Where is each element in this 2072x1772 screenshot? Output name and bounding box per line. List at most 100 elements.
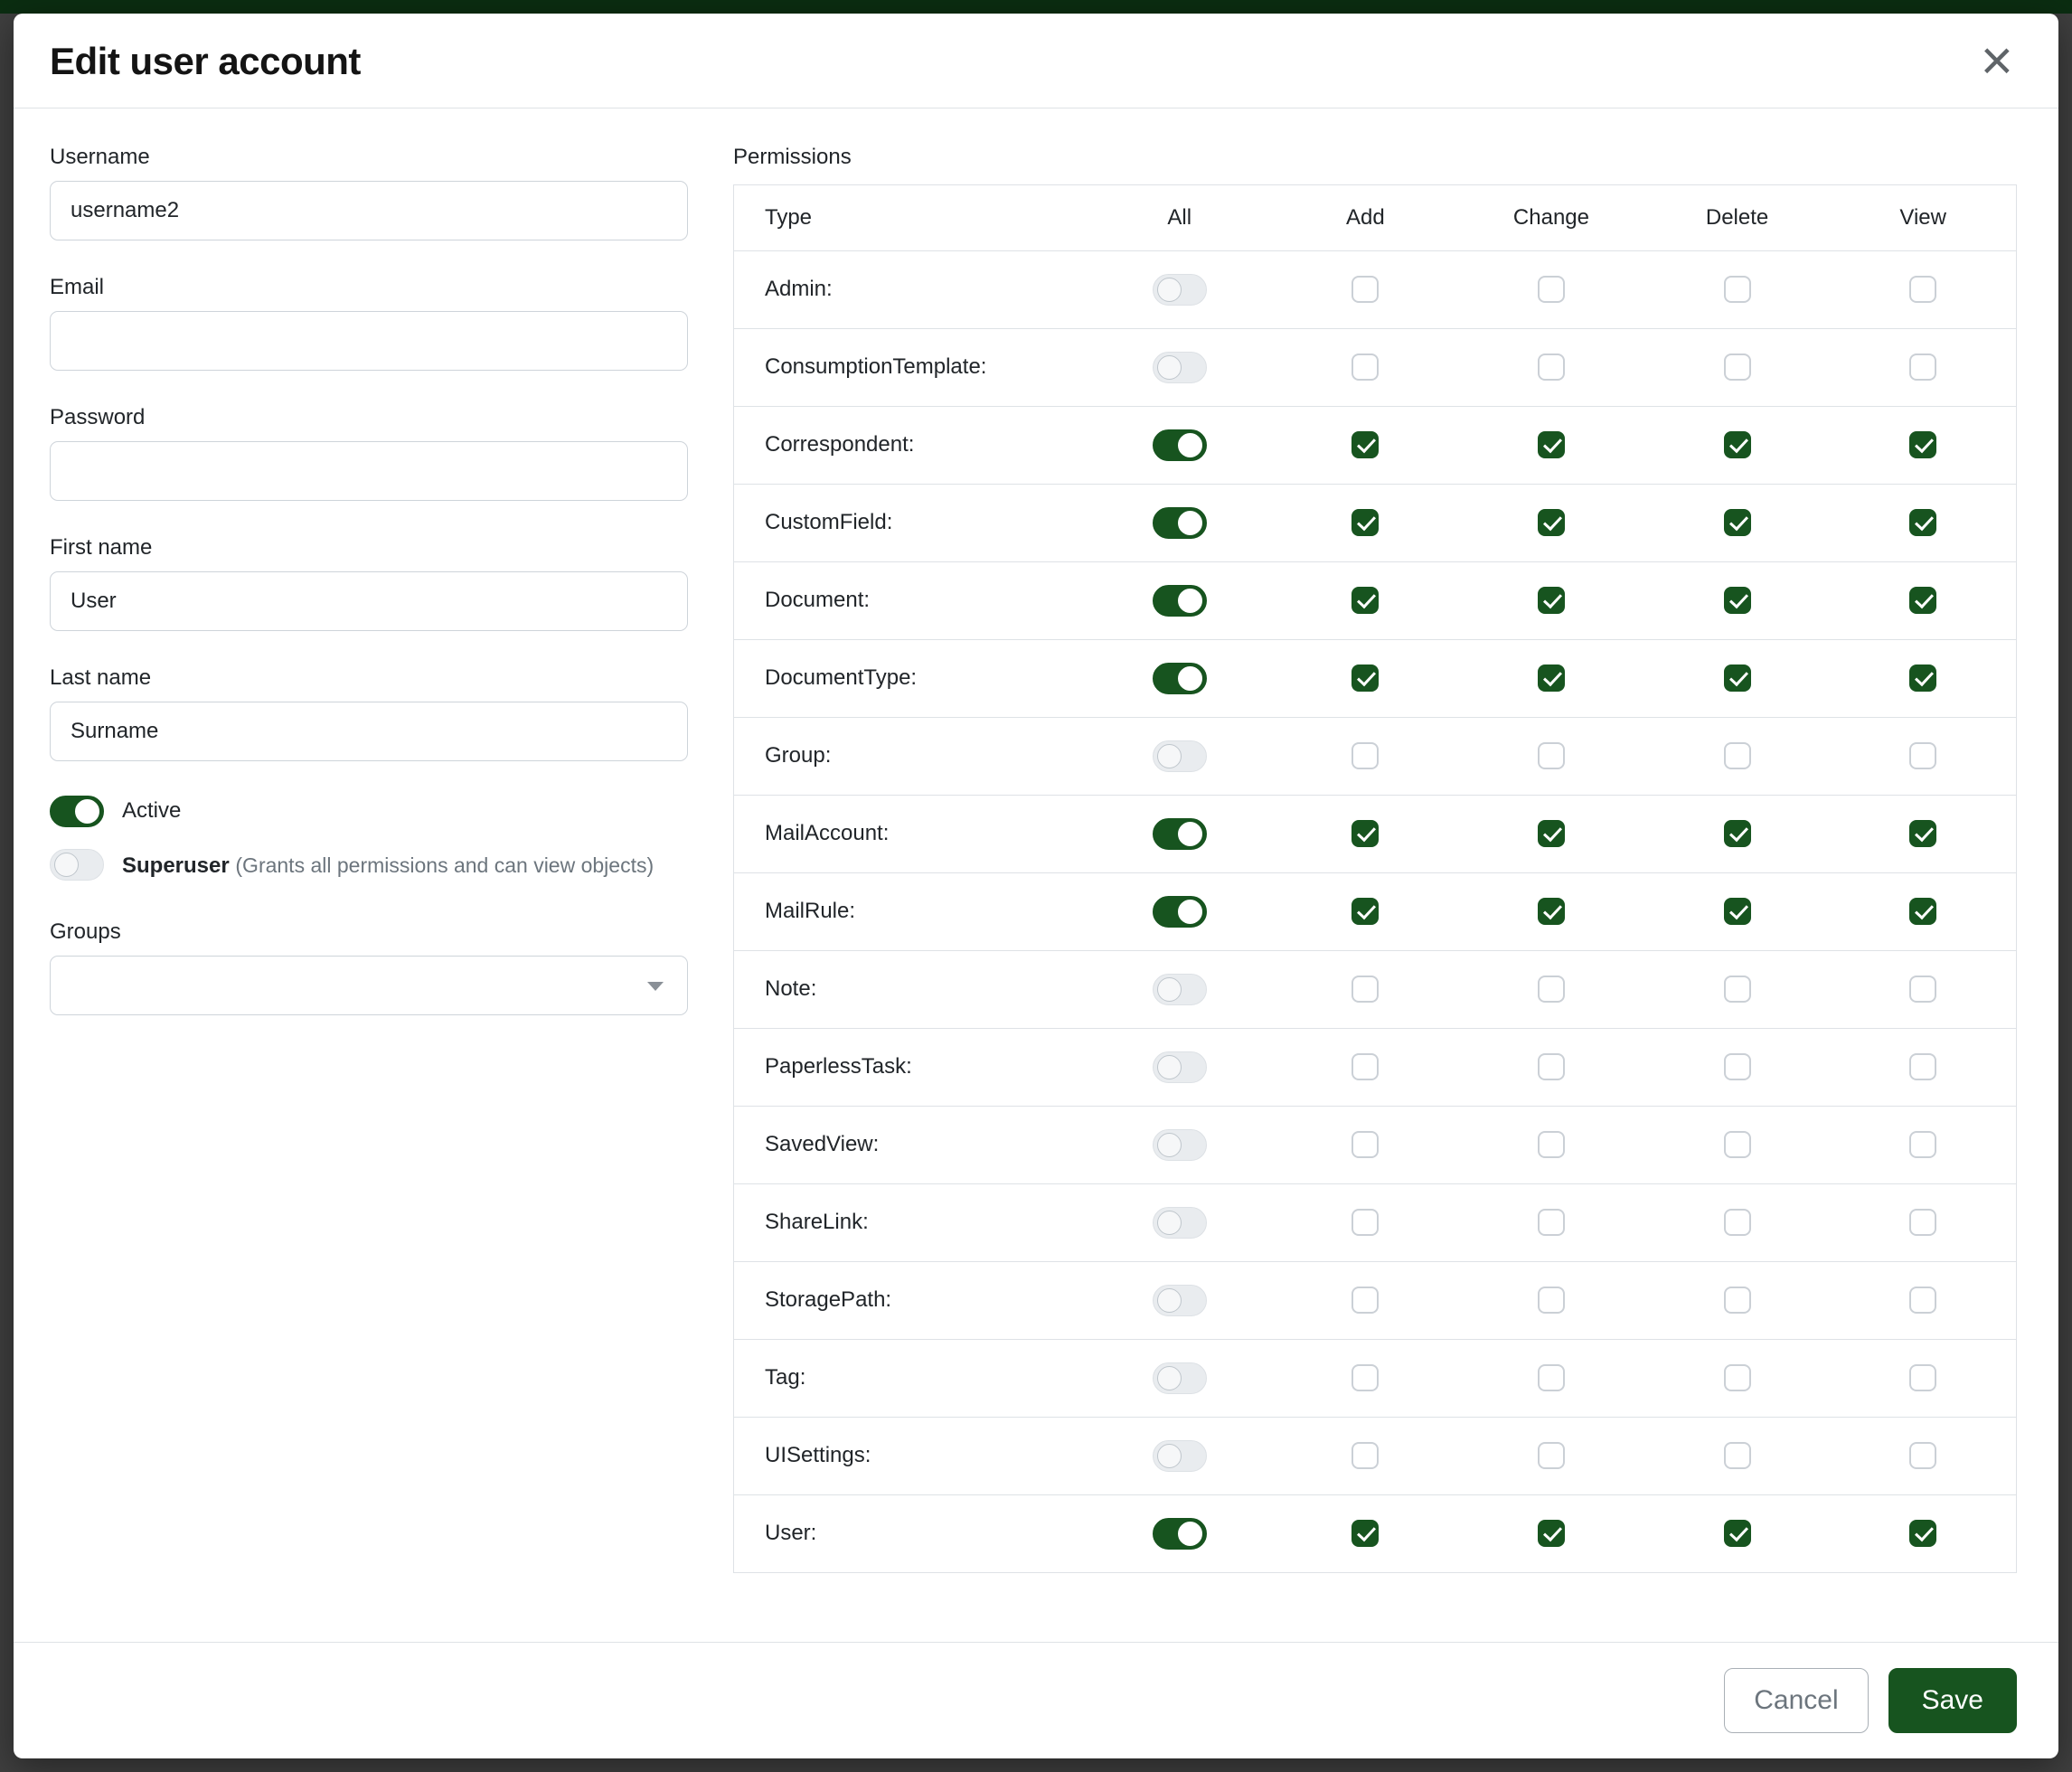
- checkbox-add-sharelink[interactable]: [1352, 1209, 1379, 1236]
- checkbox-add-storagepath[interactable]: [1352, 1287, 1379, 1314]
- toggle-all-user[interactable]: [1153, 1518, 1207, 1550]
- checkbox-add-documenttype[interactable]: [1352, 664, 1379, 692]
- checkbox-delete-storagepath[interactable]: [1724, 1287, 1751, 1314]
- checkbox-change-mailrule[interactable]: [1538, 898, 1565, 925]
- first-name-field[interactable]: [50, 571, 688, 631]
- checkbox-view-user[interactable]: [1909, 1520, 1936, 1547]
- toggle-all-note[interactable]: [1153, 974, 1207, 1005]
- email-field[interactable]: [50, 311, 688, 371]
- checkbox-delete-document[interactable]: [1724, 587, 1751, 614]
- password-field[interactable]: [50, 441, 688, 501]
- checkbox-add-consumptiontemplate[interactable]: [1352, 353, 1379, 381]
- checkbox-add-savedview[interactable]: [1352, 1131, 1379, 1158]
- checkbox-change-group[interactable]: [1538, 742, 1565, 769]
- save-button[interactable]: Save: [1888, 1668, 2017, 1733]
- checkbox-view-admin[interactable]: [1909, 276, 1936, 303]
- checkbox-add-mailaccount[interactable]: [1352, 820, 1379, 847]
- last-name-field[interactable]: [50, 702, 688, 761]
- checkbox-add-user[interactable]: [1352, 1520, 1379, 1547]
- checkbox-change-correspondent[interactable]: [1538, 431, 1565, 458]
- checkbox-view-paperlesstask[interactable]: [1909, 1053, 1936, 1080]
- checkbox-delete-uisettings[interactable]: [1724, 1442, 1751, 1469]
- active-toggle[interactable]: [50, 796, 104, 827]
- checkbox-delete-mailaccount[interactable]: [1724, 820, 1751, 847]
- close-icon[interactable]: ×: [1977, 39, 2017, 84]
- checkbox-delete-note[interactable]: [1724, 976, 1751, 1003]
- checkbox-view-storagepath[interactable]: [1909, 1287, 1936, 1314]
- checkbox-add-admin[interactable]: [1352, 276, 1379, 303]
- checkbox-delete-group[interactable]: [1724, 742, 1751, 769]
- toggle-all-savedview[interactable]: [1153, 1129, 1207, 1161]
- checkbox-view-documenttype[interactable]: [1909, 664, 1936, 692]
- checkbox-view-mailrule[interactable]: [1909, 898, 1936, 925]
- checkbox-add-mailrule[interactable]: [1352, 898, 1379, 925]
- checkbox-view-mailaccount[interactable]: [1909, 820, 1936, 847]
- toggle-all-mailrule[interactable]: [1153, 896, 1207, 928]
- checkbox-view-uisettings[interactable]: [1909, 1442, 1936, 1469]
- checkbox-delete-tag[interactable]: [1724, 1364, 1751, 1391]
- toggle-all-storagepath[interactable]: [1153, 1285, 1207, 1316]
- username-input[interactable]: [50, 181, 688, 240]
- checkbox-change-storagepath[interactable]: [1538, 1287, 1565, 1314]
- checkbox-change-mailaccount[interactable]: [1538, 820, 1565, 847]
- chevron-down-icon: [647, 982, 664, 991]
- checkbox-view-document[interactable]: [1909, 587, 1936, 614]
- checkbox-view-customfield[interactable]: [1909, 509, 1936, 536]
- toggle-all-document[interactable]: [1153, 585, 1207, 617]
- checkbox-change-sharelink[interactable]: [1538, 1209, 1565, 1236]
- groups-select[interactable]: [50, 956, 688, 1015]
- checkbox-view-tag[interactable]: [1909, 1364, 1936, 1391]
- checkbox-change-documenttype[interactable]: [1538, 664, 1565, 692]
- checkbox-view-note[interactable]: [1909, 976, 1936, 1003]
- checkbox-change-admin[interactable]: [1538, 276, 1565, 303]
- checkbox-add-correspondent[interactable]: [1352, 431, 1379, 458]
- checkbox-change-consumptiontemplate[interactable]: [1538, 353, 1565, 381]
- checkbox-change-uisettings[interactable]: [1538, 1442, 1565, 1469]
- checkbox-delete-sharelink[interactable]: [1724, 1209, 1751, 1236]
- checkbox-delete-paperlesstask[interactable]: [1724, 1053, 1751, 1080]
- checkbox-change-document[interactable]: [1538, 587, 1565, 614]
- checkbox-delete-savedview[interactable]: [1724, 1131, 1751, 1158]
- checkbox-view-sharelink[interactable]: [1909, 1209, 1936, 1236]
- checkbox-delete-mailrule[interactable]: [1724, 898, 1751, 925]
- checkbox-add-tag[interactable]: [1352, 1364, 1379, 1391]
- checkbox-change-note[interactable]: [1538, 976, 1565, 1003]
- checkbox-delete-consumptiontemplate[interactable]: [1724, 353, 1751, 381]
- checkbox-change-savedview[interactable]: [1538, 1131, 1565, 1158]
- checkbox-view-correspondent[interactable]: [1909, 431, 1936, 458]
- checkbox-delete-customfield[interactable]: [1724, 509, 1751, 536]
- toggle-all-group[interactable]: [1153, 740, 1207, 772]
- last-name-field-group: Last name: [50, 665, 688, 761]
- checkbox-delete-documenttype[interactable]: [1724, 664, 1751, 692]
- checkbox-change-tag[interactable]: [1538, 1364, 1565, 1391]
- toggle-all-documenttype[interactable]: [1153, 663, 1207, 694]
- toggle-all-sharelink[interactable]: [1153, 1207, 1207, 1239]
- permission-row-mailaccount: MailAccount:: [734, 795, 2016, 872]
- checkbox-add-note[interactable]: [1352, 976, 1379, 1003]
- toggle-all-admin[interactable]: [1153, 274, 1207, 306]
- checkbox-add-document[interactable]: [1352, 587, 1379, 614]
- checkbox-view-group[interactable]: [1909, 742, 1936, 769]
- checkbox-add-group[interactable]: [1352, 742, 1379, 769]
- toggle-all-consumptiontemplate[interactable]: [1153, 352, 1207, 383]
- checkbox-view-consumptiontemplate[interactable]: [1909, 353, 1936, 381]
- toggle-all-customfield[interactable]: [1153, 507, 1207, 539]
- toggle-all-correspondent[interactable]: [1153, 429, 1207, 461]
- checkbox-add-customfield[interactable]: [1352, 509, 1379, 536]
- checkbox-change-paperlesstask[interactable]: [1538, 1053, 1565, 1080]
- checkbox-delete-correspondent[interactable]: [1724, 431, 1751, 458]
- checkbox-change-customfield[interactable]: [1538, 509, 1565, 536]
- toggle-all-paperlesstask[interactable]: [1153, 1051, 1207, 1083]
- cancel-button[interactable]: Cancel: [1724, 1668, 1868, 1733]
- checkbox-delete-admin[interactable]: [1724, 276, 1751, 303]
- checkbox-add-uisettings[interactable]: [1352, 1442, 1379, 1469]
- permission-view-cell: [1830, 1520, 2016, 1547]
- superuser-toggle[interactable]: [50, 849, 104, 881]
- toggle-all-tag[interactable]: [1153, 1362, 1207, 1394]
- checkbox-delete-user[interactable]: [1724, 1520, 1751, 1547]
- toggle-all-mailaccount[interactable]: [1153, 818, 1207, 850]
- toggle-all-uisettings[interactable]: [1153, 1440, 1207, 1472]
- checkbox-view-savedview[interactable]: [1909, 1131, 1936, 1158]
- checkbox-change-user[interactable]: [1538, 1520, 1565, 1547]
- checkbox-add-paperlesstask[interactable]: [1352, 1053, 1379, 1080]
